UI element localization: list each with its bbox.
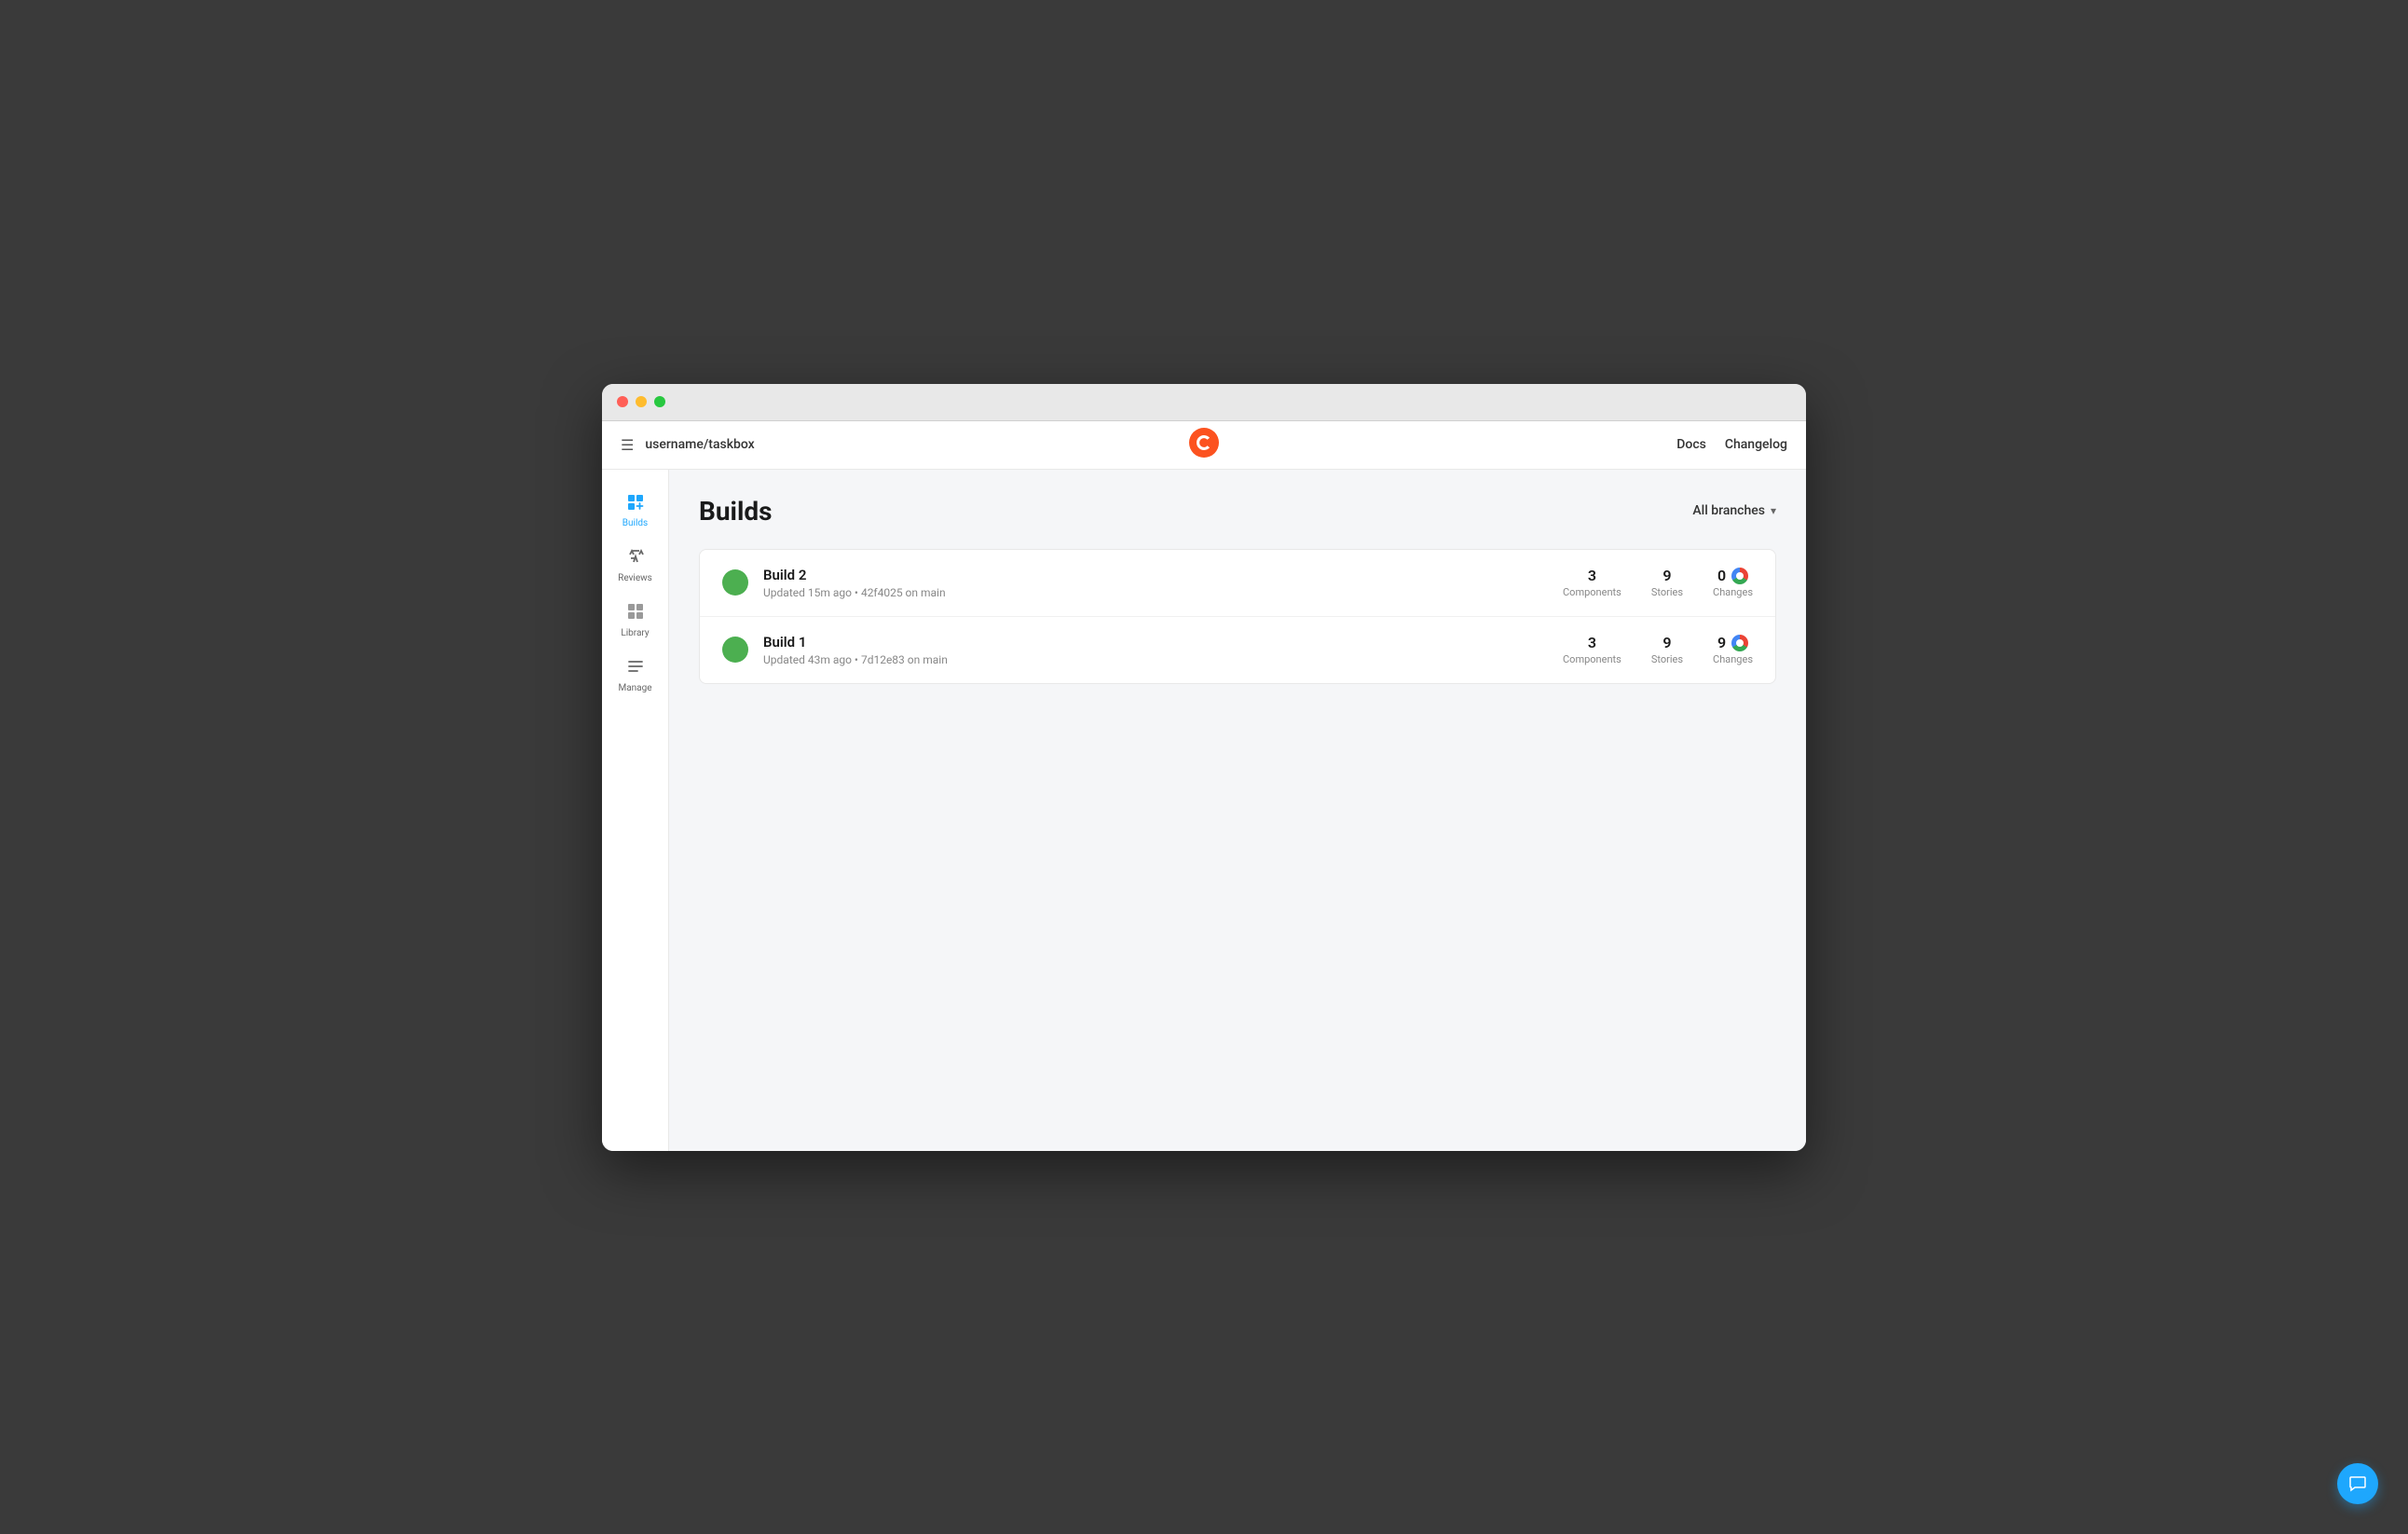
builds-list: Build 2 Updated 15m ago • 42f4025 on mai…	[699, 549, 1776, 684]
build-info: Build 2 Updated 15m ago • 42f4025 on mai…	[763, 567, 1563, 599]
components-label: Components	[1563, 653, 1621, 665]
sidebar-item-library[interactable]: Library	[608, 595, 664, 646]
changes-stat: 9 Changes	[1713, 634, 1753, 665]
changelog-link[interactable]: Changelog	[1725, 437, 1787, 452]
stories-value: 9	[1651, 567, 1683, 584]
components-stat: 3 Components	[1563, 567, 1621, 598]
branch-selector[interactable]: All branches ▾	[1692, 503, 1776, 518]
manage-icon	[626, 657, 645, 679]
build-stats: 3 Components 9 Stories 9	[1563, 634, 1753, 665]
docs-link[interactable]: Docs	[1676, 437, 1706, 452]
chevron-down-icon: ▾	[1771, 504, 1776, 517]
reviews-icon	[626, 547, 645, 569]
stories-stat: 9 Stories	[1651, 567, 1683, 598]
traffic-lights	[617, 396, 665, 407]
build-status-indicator	[722, 569, 748, 596]
titlebar	[602, 384, 1806, 421]
app-content: ☰ username/taskbox Docs Changelog	[602, 421, 1806, 1151]
chat-icon	[2348, 1474, 2367, 1493]
logo-icon	[1189, 428, 1219, 458]
sidebar-item-manage[interactable]: Manage	[608, 650, 664, 701]
components-value: 3	[1563, 634, 1621, 651]
sidebar-item-manage-label: Manage	[618, 683, 651, 693]
sidebar-item-builds-label: Builds	[623, 518, 648, 528]
main-area: Builds Reviews	[602, 470, 1806, 1151]
sidebar: Builds Reviews	[602, 470, 669, 1151]
components-value: 3	[1563, 567, 1621, 584]
chat-fab-button[interactable]	[2337, 1463, 2378, 1504]
build-name: Build 1	[763, 634, 1563, 651]
build-name: Build 2	[763, 567, 1563, 583]
hamburger-icon[interactable]: ☰	[621, 436, 634, 454]
changes-stat: 0 Changes	[1713, 567, 1753, 598]
content-area: Builds All branches ▾ Build 2 Updated 15…	[669, 470, 1806, 1151]
components-label: Components	[1563, 586, 1621, 598]
changes-value: 9	[1713, 634, 1753, 651]
topbar-center	[1189, 428, 1219, 461]
chrome-icon	[1731, 635, 1748, 651]
builds-icon	[626, 492, 645, 514]
changes-value: 0	[1713, 567, 1753, 584]
sidebar-item-reviews-label: Reviews	[618, 573, 652, 583]
page-header: Builds All branches ▾	[699, 496, 1776, 527]
build-row[interactable]: Build 1 Updated 43m ago • 7d12e83 on mai…	[700, 617, 1775, 683]
page-title: Builds	[699, 496, 773, 527]
maximize-button[interactable]	[654, 396, 665, 407]
build-stats: 3 Components 9 Stories 0	[1563, 567, 1753, 598]
project-name: username/taskbox	[645, 437, 754, 452]
minimize-button[interactable]	[636, 396, 647, 407]
stories-label: Stories	[1651, 586, 1683, 598]
build-meta: Updated 43m ago • 7d12e83 on main	[763, 653, 1563, 666]
components-stat: 3 Components	[1563, 634, 1621, 665]
stories-value: 9	[1651, 634, 1683, 651]
topbar: ☰ username/taskbox Docs Changelog	[602, 421, 1806, 470]
library-icon	[626, 602, 645, 624]
close-button[interactable]	[617, 396, 628, 407]
build-info: Build 1 Updated 43m ago • 7d12e83 on mai…	[763, 634, 1563, 666]
build-status-indicator	[722, 637, 748, 663]
app-window: ☰ username/taskbox Docs Changelog	[602, 384, 1806, 1151]
branch-selector-label: All branches	[1692, 503, 1765, 518]
sidebar-item-library-label: Library	[621, 628, 649, 638]
build-meta: Updated 15m ago • 42f4025 on main	[763, 586, 1563, 599]
stories-label: Stories	[1651, 653, 1683, 665]
changes-label: Changes	[1713, 653, 1753, 665]
sidebar-item-builds[interactable]: Builds	[608, 485, 664, 536]
chrome-icon	[1731, 568, 1748, 584]
stories-stat: 9 Stories	[1651, 634, 1683, 665]
changes-label: Changes	[1713, 586, 1753, 598]
build-row[interactable]: Build 2 Updated 15m ago • 42f4025 on mai…	[700, 550, 1775, 617]
topbar-left: ☰ username/taskbox	[621, 436, 755, 454]
sidebar-item-reviews[interactable]: Reviews	[608, 540, 664, 591]
topbar-right: Docs Changelog	[1676, 437, 1787, 452]
